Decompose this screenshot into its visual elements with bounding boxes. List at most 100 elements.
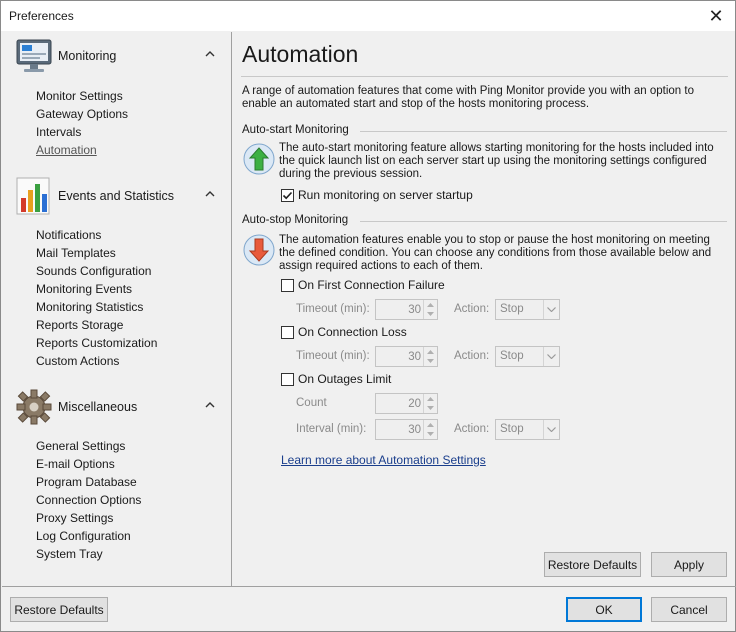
stepper-up-icon[interactable] bbox=[427, 302, 434, 307]
chevron-up-icon[interactable] bbox=[204, 188, 216, 200]
timeout-label: Timeout (min): bbox=[296, 303, 370, 315]
learn-more-link[interactable]: Learn more about Automation Settings bbox=[281, 453, 486, 467]
autostop-description: The automation features enable you to st… bbox=[279, 234, 712, 272]
stepper-down-icon[interactable] bbox=[427, 405, 434, 410]
sidebar-item-general-settings[interactable]: General Settings bbox=[36, 439, 125, 453]
count-input[interactable] bbox=[376, 394, 424, 413]
stepper-down-icon[interactable] bbox=[427, 358, 434, 363]
page-title: Automation bbox=[242, 41, 359, 67]
sidebar-item-email-options[interactable]: E-mail Options bbox=[36, 457, 115, 471]
chevron-down-icon[interactable] bbox=[547, 307, 556, 312]
outages-limit-checkbox[interactable] bbox=[281, 373, 294, 386]
select-value: Stop bbox=[500, 423, 524, 435]
arrow-up-icon bbox=[243, 143, 275, 175]
run-on-startup-label[interactable]: Run monitoring on server startup bbox=[298, 188, 473, 202]
stepper-arrows[interactable] bbox=[423, 420, 437, 439]
footer-divider bbox=[2, 586, 736, 587]
group-title: Events and Statistics bbox=[58, 189, 175, 203]
chevron-down-icon[interactable] bbox=[547, 354, 556, 359]
group-events-and-statistics[interactable]: Events and Statistics bbox=[2, 176, 232, 216]
stepper-up-icon[interactable] bbox=[427, 349, 434, 354]
sidebar-item-sounds-configuration[interactable]: Sounds Configuration bbox=[36, 264, 151, 278]
title-divider bbox=[241, 76, 728, 77]
autostart-heading: Auto-start Monitoring bbox=[242, 124, 349, 136]
group-title: Miscellaneous bbox=[58, 400, 138, 414]
stepper-arrows[interactable] bbox=[423, 347, 437, 366]
stepper-arrows[interactable] bbox=[423, 300, 437, 319]
connection-loss-label[interactable]: On Connection Loss bbox=[298, 325, 407, 339]
sidebar-item-monitoring-statistics[interactable]: Monitoring Statistics bbox=[36, 300, 143, 314]
sidebar-item-monitor-settings[interactable]: Monitor Settings bbox=[36, 89, 123, 103]
autostart-description: The auto-start monitoring feature allows… bbox=[279, 142, 714, 180]
ok-button[interactable]: OK bbox=[566, 597, 642, 622]
main-panel: Automation A range of automation feature… bbox=[234, 32, 735, 586]
sidebar-item-system-tray[interactable]: System Tray bbox=[36, 547, 103, 561]
action-label: Action: bbox=[454, 350, 490, 362]
sidebar-item-gateway-options[interactable]: Gateway Options bbox=[36, 107, 128, 121]
interval-input[interactable] bbox=[376, 420, 424, 439]
sidebar-item-monitoring-events[interactable]: Monitoring Events bbox=[36, 282, 132, 296]
sidebar-item-connection-options[interactable]: Connection Options bbox=[36, 493, 141, 507]
sidebar-item-proxy-settings[interactable]: Proxy Settings bbox=[36, 511, 113, 525]
sidebar-item-log-configuration[interactable]: Log Configuration bbox=[36, 529, 131, 543]
outages-count-stepper[interactable] bbox=[375, 393, 438, 414]
outages-limit-label[interactable]: On Outages Limit bbox=[298, 372, 391, 386]
sidebar-item-intervals[interactable]: Intervals bbox=[36, 125, 81, 139]
timeout-input[interactable] bbox=[376, 347, 424, 366]
apply-button[interactable]: Apply bbox=[651, 552, 727, 577]
stepper-down-icon[interactable] bbox=[427, 311, 434, 316]
outages-interval-stepper[interactable] bbox=[375, 419, 438, 440]
monitor-icon bbox=[16, 39, 52, 72]
action-label: Action: bbox=[454, 303, 490, 315]
checkmark-icon bbox=[282, 191, 293, 200]
first-failure-timeout-stepper[interactable] bbox=[375, 299, 438, 320]
sidebar-item-reports-customization[interactable]: Reports Customization bbox=[36, 336, 157, 350]
cancel-button[interactable]: Cancel bbox=[651, 597, 727, 622]
connection-loss-timeout-stepper[interactable] bbox=[375, 346, 438, 367]
sidebar-item-mail-templates[interactable]: Mail Templates bbox=[36, 246, 116, 260]
select-value: Stop bbox=[500, 303, 524, 315]
first-failure-label[interactable]: On First Connection Failure bbox=[298, 278, 445, 292]
sidebar-item-notifications[interactable]: Notifications bbox=[36, 228, 101, 242]
group-monitoring[interactable]: Monitoring bbox=[2, 36, 232, 76]
outages-limit-action-select[interactable]: Stop bbox=[495, 419, 560, 440]
count-label: Count bbox=[296, 397, 327, 409]
sidebar: Monitoring Monitor Settings Gateway Opti… bbox=[2, 32, 232, 586]
preferences-window: Preferences ✕ Monitoring Monitor Setting… bbox=[0, 0, 736, 632]
autostop-heading: Auto-stop Monitoring bbox=[242, 214, 349, 226]
first-failure-action-select[interactable]: Stop bbox=[495, 299, 560, 320]
action-label: Action: bbox=[454, 423, 490, 435]
chevron-down-icon[interactable] bbox=[547, 427, 556, 432]
title-bar: Preferences ✕ bbox=[1, 1, 735, 31]
timeout-input[interactable] bbox=[376, 300, 424, 319]
close-icon[interactable]: ✕ bbox=[703, 4, 729, 28]
restore-defaults-button[interactable]: Restore Defaults bbox=[544, 552, 641, 577]
stepper-arrows[interactable] bbox=[423, 394, 437, 413]
connection-loss-action-select[interactable]: Stop bbox=[495, 346, 560, 367]
stepper-down-icon[interactable] bbox=[427, 431, 434, 436]
section-divider bbox=[360, 221, 727, 222]
connection-loss-checkbox[interactable] bbox=[281, 326, 294, 339]
sidebar-item-automation[interactable]: Automation bbox=[36, 143, 97, 157]
gear-icon bbox=[16, 389, 52, 425]
select-value: Stop bbox=[500, 350, 524, 362]
chevron-up-icon[interactable] bbox=[204, 48, 216, 60]
run-on-startup-checkbox[interactable] bbox=[281, 189, 294, 202]
first-failure-checkbox[interactable] bbox=[281, 279, 294, 292]
group-miscellaneous[interactable]: Miscellaneous bbox=[2, 387, 232, 427]
stepper-up-icon[interactable] bbox=[427, 422, 434, 427]
chevron-up-icon[interactable] bbox=[204, 399, 216, 411]
arrow-down-icon bbox=[243, 234, 275, 266]
stepper-up-icon[interactable] bbox=[427, 396, 434, 401]
sidebar-item-custom-actions[interactable]: Custom Actions bbox=[36, 354, 119, 368]
intro-text: A range of automation features that come… bbox=[242, 85, 694, 110]
bar-chart-icon bbox=[16, 177, 50, 215]
sidebar-item-reports-storage[interactable]: Reports Storage bbox=[36, 318, 123, 332]
interval-label: Interval (min): bbox=[296, 423, 367, 435]
window-title: Preferences bbox=[9, 9, 74, 23]
group-title: Monitoring bbox=[58, 49, 117, 63]
timeout-label: Timeout (min): bbox=[296, 350, 370, 362]
footer-restore-defaults-button[interactable]: Restore Defaults bbox=[10, 597, 108, 622]
sidebar-item-program-database[interactable]: Program Database bbox=[36, 475, 137, 489]
section-divider bbox=[360, 131, 727, 132]
